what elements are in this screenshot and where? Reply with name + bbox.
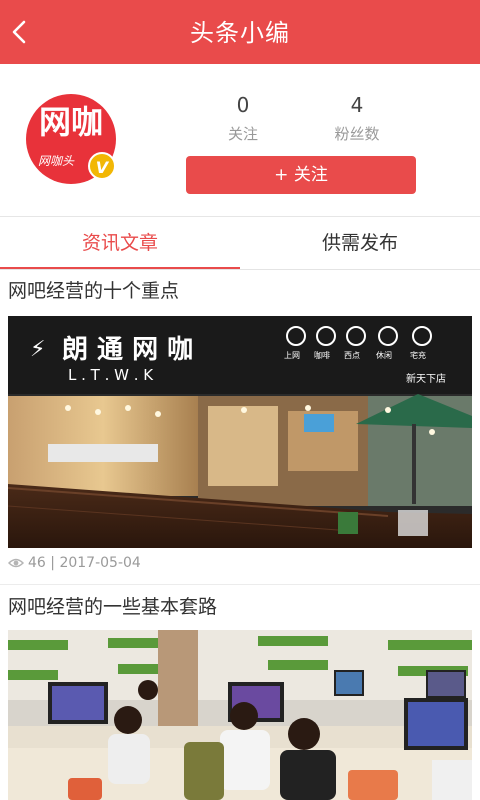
list-item[interactable]: 网吧经营的十个重点 ⚡ 朗 通 网 咖 L . T . W . K 上网 咖啡 … — [0, 278, 480, 585]
tab-articles[interactable]: 资讯文章 — [0, 217, 240, 269]
tab-bar: 资讯文章 供需发布 — [0, 217, 480, 270]
avatar-subtext: 网咖头 — [38, 154, 75, 168]
avatar-text: 网咖 — [38, 103, 103, 141]
fans-count: 4 — [350, 93, 364, 117]
store-branch: 新天下店 — [406, 372, 446, 385]
divider — [0, 584, 480, 585]
article-image[interactable] — [8, 630, 472, 800]
sign-latin: L . T . W . K — [68, 366, 154, 384]
service-label: 西点 — [344, 351, 360, 360]
sign-text: 朗 通 网 咖 — [62, 335, 193, 365]
service-label: 咖啡 — [314, 350, 330, 360]
internet-cafe-interior-image — [8, 630, 472, 800]
article-title[interactable]: 网吧经营的十个重点 — [8, 278, 179, 304]
active-tab-indicator — [0, 267, 240, 269]
fans-label: 粉丝数 — [334, 125, 380, 143]
service-label: 上网 — [284, 351, 300, 360]
page-title: 头条小编 — [190, 19, 290, 47]
fans-stat[interactable]: 4 粉丝数 — [302, 92, 412, 144]
svg-text:⚡: ⚡ — [30, 337, 45, 362]
eye-icon — [8, 558, 24, 568]
verified-badge-icon: V — [88, 152, 116, 180]
publish-date: 2017-05-04 — [59, 555, 141, 571]
profile-section: 网咖 网咖头 V 0 关注 4 粉丝数 + 关注 — [0, 64, 480, 216]
list-item[interactable]: 网吧经营的一些基本套路 — [0, 594, 480, 800]
following-label: 关注 — [227, 125, 258, 143]
following-count: 0 — [236, 93, 250, 117]
app-header: 头条小编 — [0, 0, 480, 64]
article-image[interactable]: ⚡ 朗 通 网 咖 L . T . W . K 上网 咖啡 西点 休闲 宅充 新… — [8, 316, 472, 548]
avatar[interactable]: 网咖 网咖头 V — [26, 94, 116, 184]
cafe-storefront-image: ⚡ 朗 通 网 咖 L . T . W . K 上网 咖啡 西点 休闲 宅充 新… — [8, 316, 472, 548]
service-label: 宅充 — [410, 350, 426, 360]
view-count: 46 — [28, 555, 46, 571]
article-title[interactable]: 网吧经营的一些基本套路 — [8, 594, 217, 620]
follow-button[interactable]: + 关注 — [186, 156, 416, 194]
article-meta: 46 | 2017-05-04 — [8, 554, 141, 572]
service-label: 休闲 — [376, 350, 392, 360]
tab-supply-demand[interactable]: 供需发布 — [240, 217, 480, 269]
following-stat[interactable]: 0 关注 — [188, 92, 298, 144]
